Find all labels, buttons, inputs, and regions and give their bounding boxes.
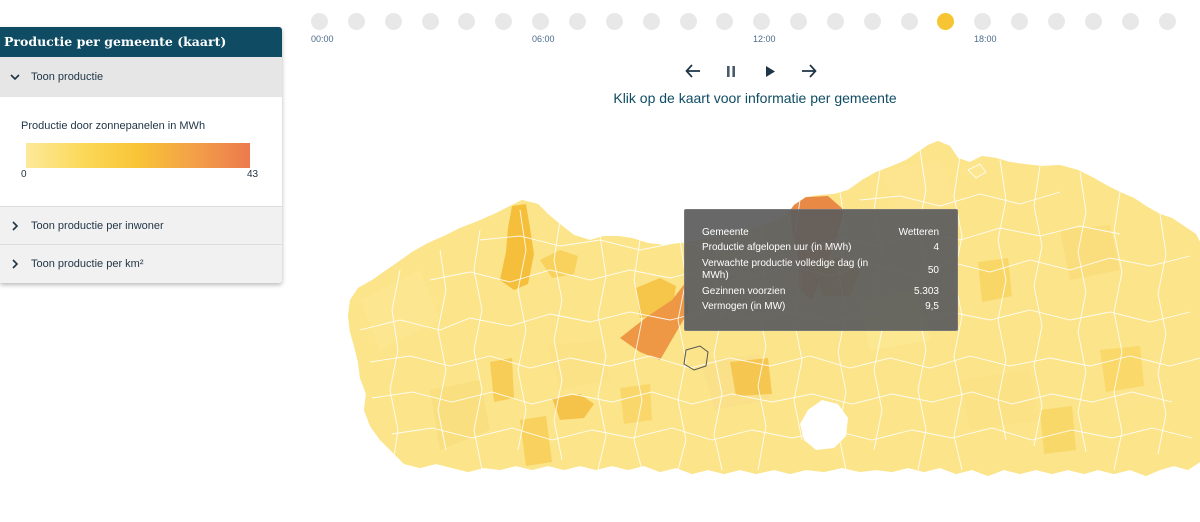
timeline-hour-18[interactable]	[974, 13, 992, 30]
arrow-left-icon	[685, 64, 700, 78]
accordion-toon-productie[interactable]: Toon productie	[0, 57, 282, 97]
tooltip-value: 9,5	[925, 301, 939, 312]
pause-icon	[727, 65, 735, 77]
legend-min-value: 0	[21, 169, 27, 180]
timeline-hour-0[interactable]	[311, 13, 328, 30]
play-icon	[766, 65, 775, 77]
timeline-hour-2[interactable]	[384, 13, 402, 30]
timeline-hour-23[interactable]	[1158, 13, 1176, 30]
timeline-hour-17[interactable]	[937, 13, 955, 30]
timeline-hour-5[interactable]	[495, 13, 513, 30]
timeline-hour-8[interactable]	[605, 13, 623, 30]
timeline-hour-19[interactable]	[1011, 13, 1029, 30]
tooltip-value: 4	[933, 242, 939, 253]
legend-title: Productie door zonnepanelen in MWh	[21, 120, 206, 132]
accordion-label: Toon productie per km²	[31, 258, 144, 270]
legend-color-scale	[26, 143, 250, 168]
pause-button[interactable]	[722, 62, 740, 80]
tooltip-key: Productie afgelopen uur (in MWh)	[702, 242, 852, 253]
tooltip-key: Gemeente	[702, 227, 749, 238]
timeline-hour-16[interactable]	[900, 13, 918, 30]
timeline-hour-11[interactable]	[716, 13, 734, 30]
timeline-hour-14[interactable]	[826, 13, 844, 30]
timeline-hour-20[interactable]	[1048, 13, 1065, 30]
timeline-hour-21[interactable]	[1084, 13, 1102, 30]
chevron-right-icon	[9, 207, 21, 244]
map-instruction: Klik op de kaart voor informatie per gem…	[613, 90, 897, 106]
tooltip-value: 5.303	[913, 286, 939, 297]
tooltip-key: Gezinnen voorzien	[702, 286, 786, 297]
chevron-down-icon	[9, 57, 21, 97]
timeline-hour-12[interactable]	[753, 13, 771, 30]
timeline-label-0600: 06:00	[532, 34, 555, 44]
timeline-hour-4[interactable]	[458, 13, 476, 30]
tooltip-header-row: Gemeente Wetteren	[702, 227, 939, 239]
accordion-productie-per-inwoner[interactable]: Toon productie per inwoner	[0, 206, 282, 244]
municipality-tooltip: Gemeente Wetteren Productie afgelopen uu…	[684, 209, 958, 331]
timeline-hour-10[interactable]	[679, 13, 697, 30]
tooltip-value: Wetteren	[898, 227, 939, 238]
legend-max-value: 43	[247, 169, 259, 180]
timeline-hour-9[interactable]	[642, 13, 660, 30]
chevron-right-icon	[9, 245, 21, 283]
panel-title: Productie per gemeente (kaart)	[0, 27, 282, 57]
timeline-hour-22[interactable]	[1121, 13, 1139, 30]
timeline-label-1800: 18:00	[974, 34, 997, 44]
next-hour-button[interactable]	[800, 62, 818, 80]
timeline-hour-6[interactable]	[532, 13, 550, 30]
timeline-hour-1[interactable]	[347, 13, 365, 30]
tooltip-row: Verwachte productie volledige dag (in MW…	[702, 257, 939, 283]
municipalities	[348, 141, 1200, 476]
timeline-hour-7[interactable]	[568, 13, 586, 30]
previous-hour-button[interactable]	[684, 62, 702, 80]
tooltip-value: 50	[927, 264, 939, 276]
timeline-hour-3[interactable]	[421, 13, 439, 30]
timeline-hour-13[interactable]	[790, 13, 808, 30]
arrow-right-icon	[802, 64, 817, 78]
tooltip-key: Vermogen (in MW)	[702, 301, 786, 312]
play-button[interactable]	[761, 62, 779, 80]
accordion-label: Toon productie per inwoner	[31, 219, 164, 232]
timeline-label-1200: 12:00	[753, 34, 776, 44]
timeline-label-0000: 00:00	[311, 34, 334, 44]
tooltip-row: Productie afgelopen uur (in MWh) 4	[702, 242, 939, 254]
accordion-productie-per-km2[interactable]: Toon productie per km²	[0, 244, 282, 283]
tooltip-row: Gezinnen voorzien 5.303	[702, 286, 939, 298]
timeline-hour-15[interactable]	[863, 13, 881, 30]
tooltip-key: Verwachte productie volledige dag (in MW…	[702, 258, 869, 281]
tooltip-row: Vermogen (in MW) 9,5	[702, 301, 939, 313]
accordion-label: Toon productie	[31, 71, 104, 83]
map-settings-panel: Productie per gemeente (kaart) Toon prod…	[0, 27, 282, 283]
